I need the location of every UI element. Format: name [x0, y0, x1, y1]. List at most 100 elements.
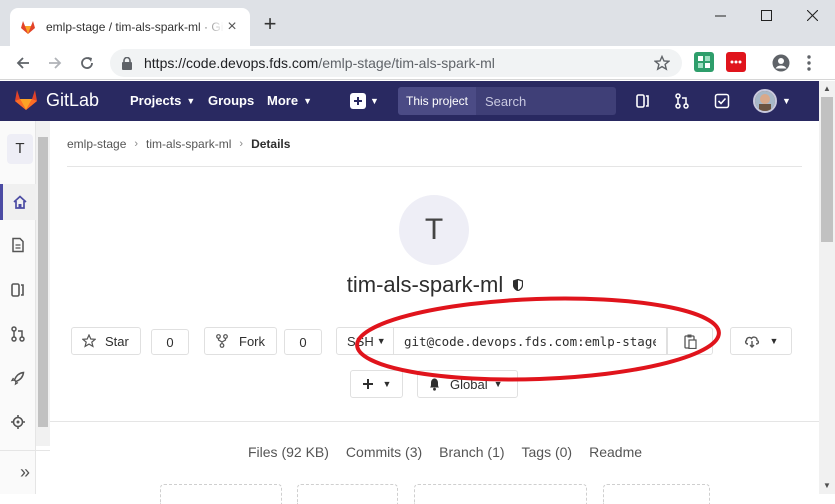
- clone-url-input[interactable]: [404, 333, 656, 349]
- quick-action-card[interactable]: [297, 484, 398, 504]
- url-path: /emlp-stage/tim-als-spark-ml: [318, 55, 495, 71]
- merge-requests-nav-button[interactable]: [672, 91, 692, 111]
- project-avatar: T: [399, 195, 469, 265]
- projects-dropdown[interactable]: Projects ▼: [130, 93, 195, 108]
- cloud-download-icon: [744, 336, 759, 348]
- bookmark-star-icon[interactable]: [654, 55, 670, 71]
- user-photo-icon: [755, 91, 775, 111]
- profile-button[interactable]: [768, 50, 794, 76]
- chevron-down-icon: ▼: [186, 95, 196, 106]
- quick-action-card[interactable]: [414, 484, 587, 504]
- url-text: https://code.devops.fds.com/emlp-stage/t…: [144, 55, 654, 71]
- quick-action-card[interactable]: [160, 484, 282, 504]
- chevron-down-icon: ▼: [303, 95, 312, 106]
- extension-dots-icon: [730, 60, 742, 64]
- issues-nav-button[interactable]: [633, 91, 653, 111]
- browser-tab-strip: emlp-stage / tim-als-spark-ml · GitLab ×…: [0, 0, 835, 46]
- chevron-down-icon: ▼: [493, 379, 503, 389]
- url-host: https://code.devops.fds.com: [144, 55, 319, 71]
- plus-square-icon: [350, 93, 366, 109]
- fork-label: Fork: [239, 333, 265, 349]
- kebab-menu-icon: [807, 55, 811, 71]
- star-button[interactable]: Star: [71, 327, 141, 355]
- chevron-down-icon: ▼: [782, 96, 791, 106]
- maximize-icon: [760, 9, 772, 21]
- groups-link[interactable]: Groups: [208, 93, 254, 108]
- star-icon: [82, 334, 96, 348]
- user-menu-dropdown[interactable]: ▼: [753, 89, 791, 113]
- stat-tags-link[interactable]: Tags (0): [522, 444, 573, 460]
- stat-readme-link[interactable]: Readme: [589, 444, 642, 460]
- extension-icon[interactable]: [726, 52, 746, 72]
- breadcrumb-current[interactable]: Details: [251, 137, 290, 151]
- chevron-down-icon: ▼: [382, 379, 392, 389]
- chevron-down-icon: ▼: [370, 96, 379, 106]
- sidebar-project-avatar[interactable]: T: [7, 134, 33, 164]
- stat-files-link[interactable]: Files (92 KB): [248, 444, 329, 460]
- extension-icon[interactable]: [694, 52, 714, 72]
- star-count[interactable]: 0: [151, 329, 189, 355]
- clone-protocol-label: SSH: [347, 333, 374, 349]
- browser-tab[interactable]: emlp-stage / tim-als-spark-ml · GitLab ×: [10, 8, 250, 46]
- new-tab-button[interactable]: +: [258, 12, 282, 36]
- new-item-dropdown[interactable]: ▼: [350, 93, 379, 109]
- copy-url-button[interactable]: [667, 327, 713, 355]
- breadcrumb-project-link[interactable]: tim-als-spark-ml: [146, 137, 231, 151]
- close-tab-icon[interactable]: ×: [224, 19, 240, 35]
- sidebar-item-merge-requests[interactable]: [0, 316, 36, 352]
- sidebar-item-project-overview[interactable]: [0, 184, 36, 220]
- maximize-window-button[interactable]: [743, 0, 789, 30]
- stat-commits-link[interactable]: Commits (3): [346, 444, 422, 460]
- fork-count[interactable]: 0: [284, 329, 322, 355]
- collapse-sidebar-button[interactable]: »: [0, 450, 50, 494]
- close-window-button[interactable]: [789, 0, 835, 30]
- download-dropdown[interactable]: ▼: [730, 327, 792, 355]
- page-scrollbar-thumb[interactable]: [821, 97, 833, 242]
- clone-url-field[interactable]: [393, 327, 667, 355]
- browser-tab-title: emlp-stage / tim-als-spark-ml · GitLab: [46, 20, 224, 34]
- reload-button[interactable]: [74, 50, 100, 76]
- clone-protocol-dropdown[interactable]: SSH ▼: [336, 327, 394, 355]
- gitlab-header: GitLab Projects ▼ Groups More ▼ ▼ This pro…: [0, 81, 819, 121]
- operations-gear-icon: [11, 415, 25, 429]
- back-button[interactable]: [10, 50, 36, 76]
- clipboard-icon: [684, 334, 697, 349]
- avatar: [753, 89, 777, 113]
- browser-menu-button[interactable]: [796, 50, 822, 76]
- notification-level-label: Global: [450, 376, 488, 392]
- reload-icon: [81, 57, 93, 69]
- gitlab-logo-icon: [15, 90, 37, 110]
- forward-button[interactable]: [42, 50, 68, 76]
- account-circle-icon: [772, 54, 790, 72]
- more-label: More: [267, 93, 299, 108]
- fork-button[interactable]: Fork: [204, 327, 277, 355]
- minimize-window-button[interactable]: [697, 0, 743, 30]
- search-field[interactable]: [476, 87, 661, 115]
- address-bar[interactable]: https://code.devops.fds.com/emlp-stage/t…: [110, 49, 682, 77]
- scroll-down-icon[interactable]: ▼: [819, 478, 835, 494]
- sidebar-item-repository[interactable]: [0, 227, 36, 263]
- chevron-down-icon: ▼: [769, 336, 779, 346]
- minimize-icon: [714, 15, 726, 16]
- merge-request-icon: [675, 93, 689, 109]
- quick-action-card[interactable]: [603, 484, 710, 504]
- more-dropdown[interactable]: More ▼: [267, 93, 312, 108]
- add-new-dropdown[interactable]: ▼: [350, 370, 403, 398]
- gitlab-home-link[interactable]: GitLab: [14, 89, 99, 111]
- scroll-up-icon[interactable]: ▲: [819, 81, 835, 97]
- bell-icon: [430, 378, 439, 391]
- issues-icon: [636, 94, 649, 108]
- sidebar-item-operations[interactable]: [0, 404, 36, 440]
- document-icon: [12, 237, 24, 253]
- search-scope-badge[interactable]: This project: [398, 87, 476, 115]
- stat-branch-link[interactable]: Branch (1): [439, 444, 504, 460]
- gitlab-favicon-icon: [21, 21, 35, 34]
- extension-grid-icon: [698, 56, 710, 68]
- shield-icon: [513, 279, 524, 291]
- chevron-right-icon: ›: [134, 138, 139, 150]
- breadcrumb-group-link[interactable]: emlp-stage: [67, 137, 126, 151]
- todos-nav-button[interactable]: [712, 91, 732, 111]
- gitlab-brand-text: GitLab: [46, 89, 100, 110]
- sidebar-item-ci-cd[interactable]: [0, 360, 36, 396]
- notification-level-dropdown[interactable]: Global ▼: [417, 370, 518, 398]
